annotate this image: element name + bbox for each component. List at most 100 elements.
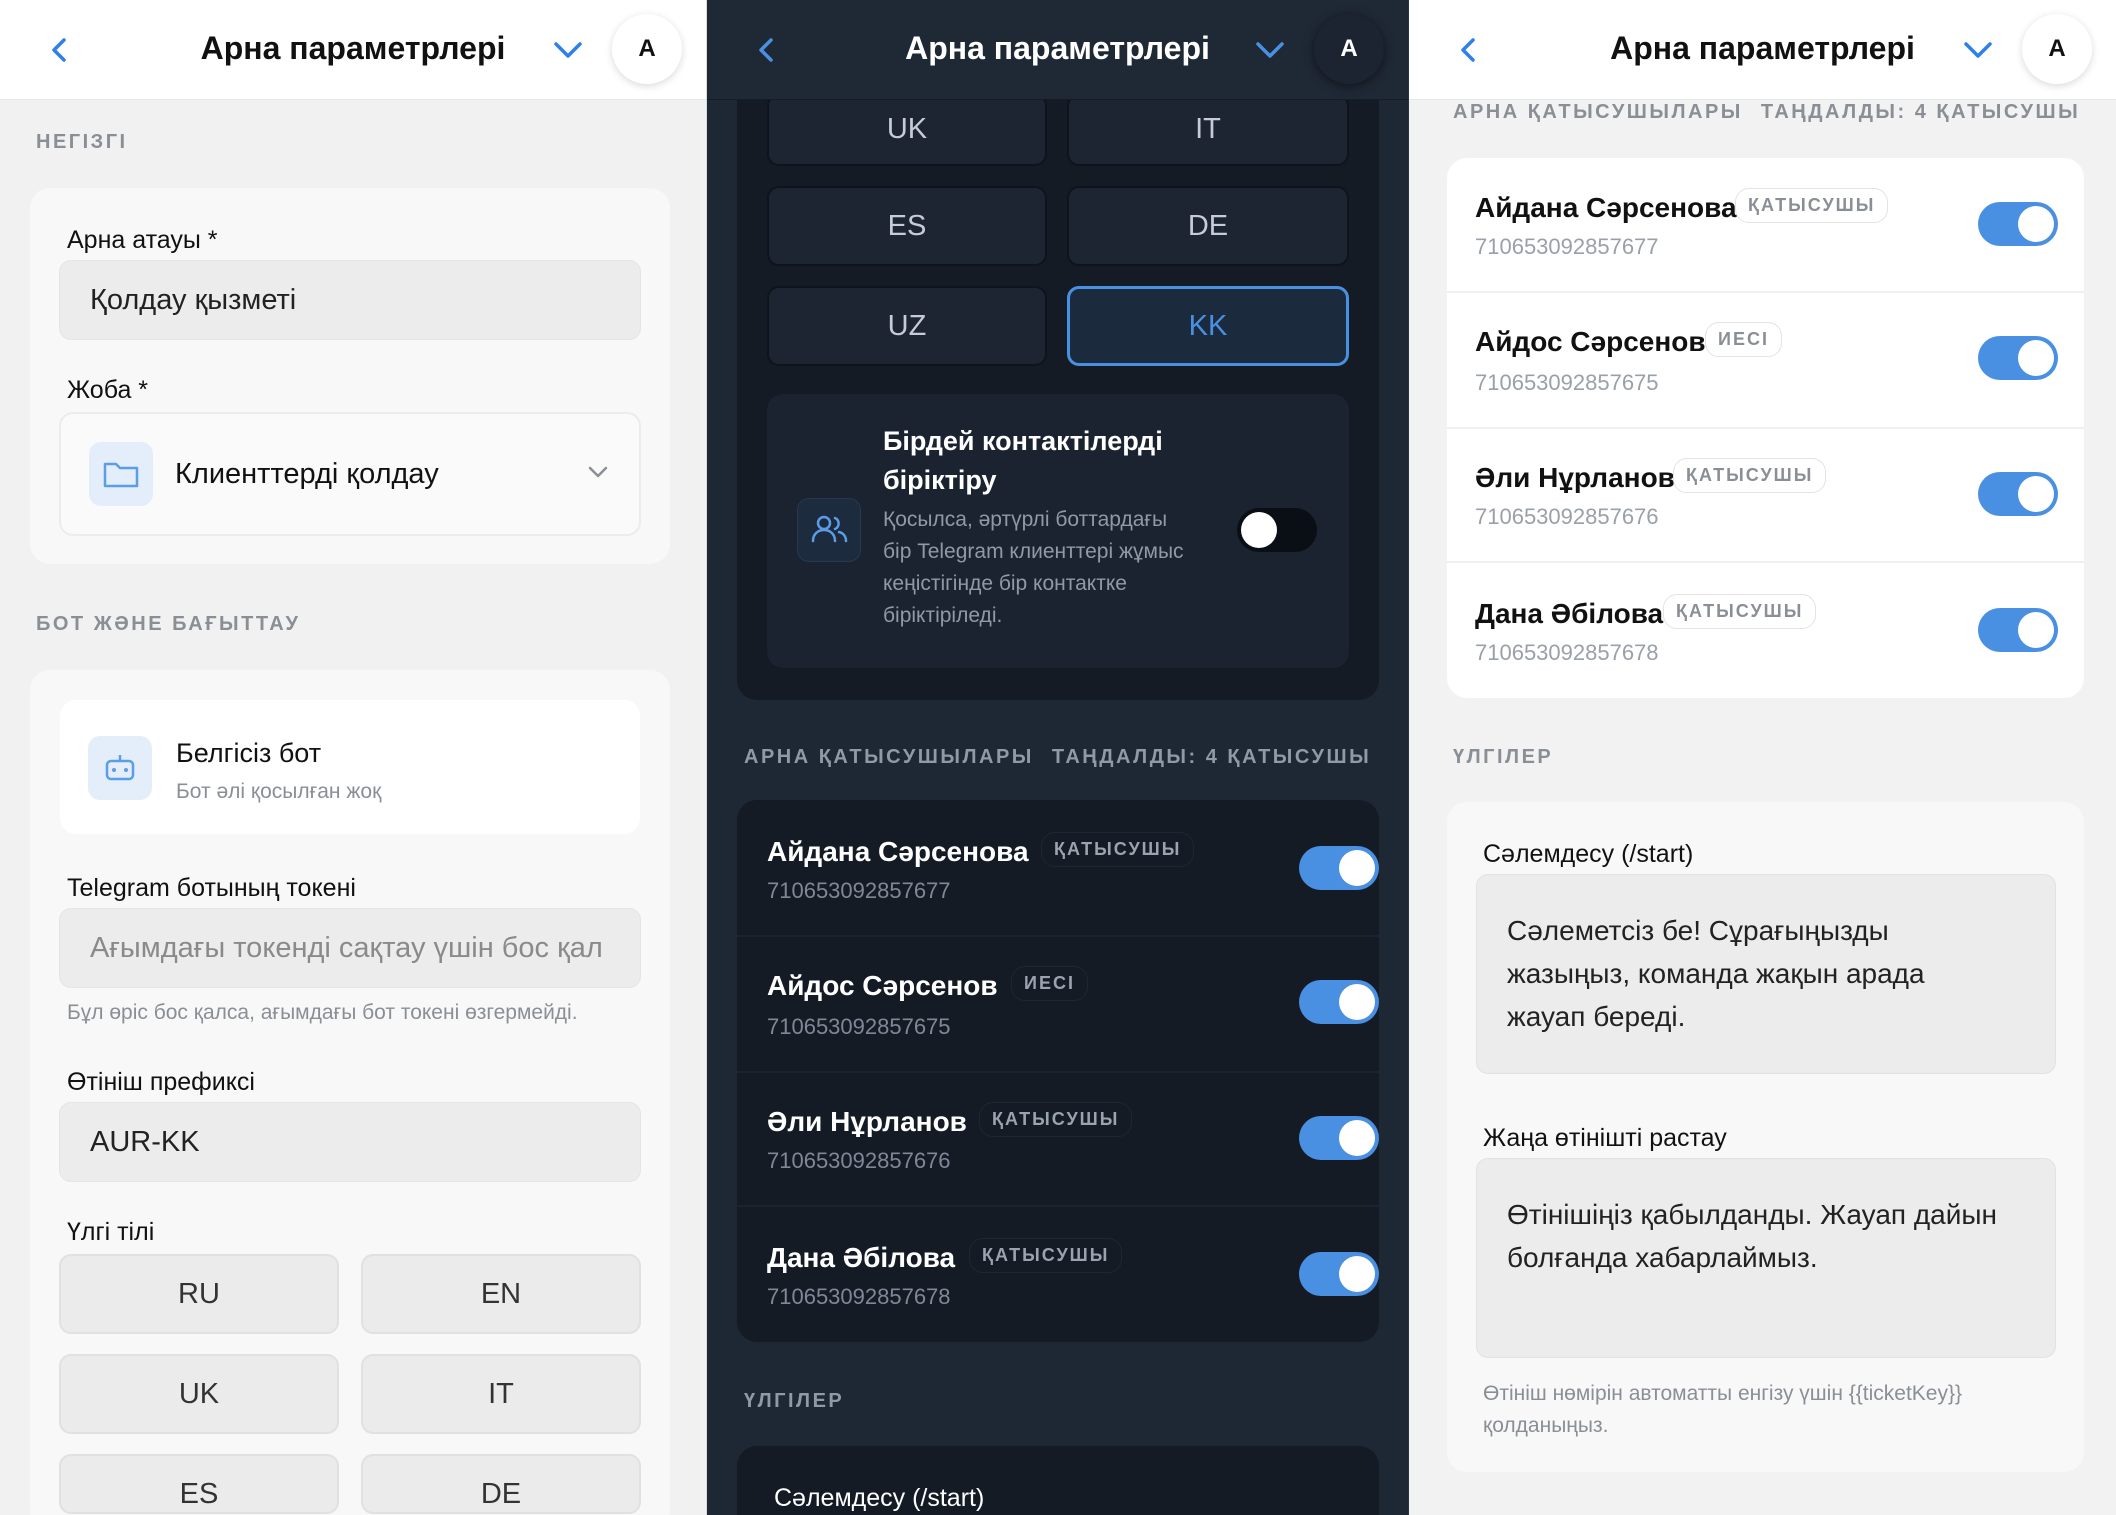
header: Арна параметрлері A [1409,0,2116,100]
panel-members-templates: АРНА ҚАТЫСУШЫЛАРЫ ТАҢДАЛДЫ: 4 ҚАТЫСУШЫ Ай… [1409,0,2116,1515]
merge-contacts-desc-4: біріктіріледі. [883,604,1003,627]
bot-title: Белгісіз бот [176,738,322,768]
avatar[interactable]: A [612,14,682,84]
token-label: Telegram ботының токені [67,874,356,902]
greeting-label: Сәлемдесу (/start) [1483,840,1694,868]
bot-routing-card: Белгісіз бот Бот әлі қосылған жоқ Telegr… [30,670,670,1515]
chevron-down-icon[interactable] [552,36,584,64]
token-hint: Бұл өріс бос қалса, ағымдағы бот токені … [67,1001,578,1024]
project-label: Жоба * [67,376,149,404]
token-input[interactable]: Ағымдағы токенді сақтау үшін бос қал [59,908,641,988]
confirm-text-2: болғанда хабарлаймыз. [1507,1242,1818,1273]
prefix-label: Өтініш префиксі [67,1068,255,1096]
greeting-label: Сәлемдесу (/start) [774,1484,985,1512]
page-title: Арна параметрлері [200,30,506,66]
member-role-badge: ҚАТЫСУШЫ [1663,594,1817,629]
templates-card: Сәлемдесу (/start) Сәлеметсіз бе! Сұрағы… [1447,802,2084,1472]
header: Арна параметрлері A [707,0,1408,100]
merge-contacts-title-2: біріктіру [883,465,997,495]
member-name: Айдос Сәрсенов [767,970,998,1001]
header: Арна параметрлері A [0,0,706,100]
member-id: 710653092857677 [1475,234,1659,259]
member-role-badge: ҚАТЫСУШЫ [979,1102,1133,1137]
panel-basics: Арна параметрлері A НЕГІЗГІ Арна атауы *… [0,0,706,1515]
merge-contacts-desc-3: кеңістігінде бір контактке [883,572,1127,595]
templates-hint-2: қолданыңыз. [1483,1414,1609,1437]
member-id: 710653092857676 [767,1148,951,1173]
row-divider [1447,427,2084,429]
row-divider [1447,291,2084,293]
language-option-de[interactable]: DE [1067,186,1349,266]
language-option-it[interactable]: IT [1067,94,1349,166]
member-name: Дана Әбілова [767,1242,956,1273]
member-toggle[interactable] [1978,472,2058,516]
greeting-text-2: жазыңыз, команда жақын арада [1507,958,1925,989]
member-role-badge: ИЕСІ [1705,322,1782,357]
member-name: Айдос Сәрсенов [1475,326,1706,357]
users-icon [797,498,861,562]
language-option-ru[interactable]: RU [59,1254,339,1334]
member-id: 710653092857678 [1475,640,1659,665]
merge-contacts-toggle[interactable] [1237,508,1317,552]
members-selected-count: ТАҢДАЛДЫ: 4 ҚАТЫСУШЫ [1760,101,2081,123]
panel-language-members: UK IT ES DE UZ KK Бірдей контактілерді б… [707,0,1408,1515]
member-role-badge: ҚАТЫСУШЫ [1673,458,1827,493]
member-toggle[interactable] [1299,846,1379,890]
members-list: Айдана Сәрсенова ҚАТЫСУШЫ 71065309285767… [737,800,1379,1342]
chevron-down-icon [588,466,608,478]
members-list: Айдана Сәрсенова ҚАТЫСУШЫ 71065309285767… [1447,158,2084,698]
member-toggle[interactable] [1978,608,2058,652]
member-id: 710653092857678 [767,1284,951,1309]
basics-card: Арна атауы * Қолдау қызметі Жоба * Клиен… [30,188,670,564]
language-option-en[interactable]: EN [361,1254,641,1334]
language-option-es[interactable]: ES [767,186,1047,266]
row-divider [737,1205,1379,1207]
channel-name-input[interactable]: Қолдау қызметі [59,260,641,340]
robot-icon [88,736,152,800]
merge-contacts-desc-1: Қосылса, әртүрлі боттардағы [883,508,1168,531]
merge-contacts-box: Бірдей контактілерді біріктіру Қосылса, … [767,394,1349,668]
language-option-de[interactable]: DE [361,1454,641,1514]
members-label: АРНА ҚАТЫСУШЫЛАРЫ [744,746,1034,768]
language-option-it[interactable]: IT [361,1354,641,1434]
chevron-down-icon[interactable] [1254,36,1286,64]
language-option-kk[interactable]: KK [1067,286,1349,366]
prefix-input[interactable]: AUR-KK [59,1102,641,1182]
page-title: Арна параметрлері [905,30,1210,66]
section-label-templates: ҮЛГІЛЕР [744,1390,845,1412]
section-label-members: АРНА ҚАТЫСУШЫЛАРЫ ТАҢДАЛДЫ: 4 ҚАТЫСУШЫ [744,746,1371,769]
language-option-uk[interactable]: UK [59,1354,339,1434]
member-id: 710653092857676 [1475,504,1659,529]
language-option-uk[interactable]: UK [767,94,1047,166]
bot-routing-card: UK IT ES DE UZ KK Бірдей контактілерді б… [737,60,1379,700]
member-role-badge: ҚАТЫСУШЫ [1041,832,1195,867]
members-selected-count: ТАҢДАЛДЫ: 4 ҚАТЫСУШЫ [1051,746,1372,768]
member-toggle[interactable] [1978,336,2058,380]
row-divider [1447,561,2084,563]
member-toggle[interactable] [1299,1116,1379,1160]
confirm-label: Жаңа өтінішті растау [1483,1124,1727,1152]
greeting-textarea[interactable]: Сәлеметсіз бе! Сұрағыңызды жазыңыз, кома… [1476,874,2056,1074]
avatar[interactable]: A [2022,14,2092,84]
chevron-down-icon[interactable] [1962,36,1994,64]
folder-icon [89,442,153,506]
avatar[interactable]: A [1314,14,1384,84]
row-divider [737,935,1379,937]
project-select[interactable]: Клиенттерді қолдау [59,412,641,536]
section-label-members: АРНА ҚАТЫСУШЫЛАРЫ ТАҢДАЛДЫ: 4 ҚАТЫСУШЫ [1453,101,2080,124]
greeting-text-3: жауап береді. [1507,1001,1686,1032]
member-name: Әли Нұрланов [1475,462,1675,493]
member-id: 710653092857675 [767,1014,951,1039]
language-option-uz[interactable]: UZ [767,286,1047,366]
member-name: Айдана Сәрсенова [767,836,1029,867]
section-label-basics: НЕГІЗГІ [36,131,128,153]
channel-name-label: Арна атауы * [67,226,218,254]
confirm-textarea[interactable]: Өтінішіңіз қабылданды. Жауап дайын болға… [1476,1158,2056,1358]
templates-card: Сәлемдесу (/start) [737,1446,1379,1515]
member-toggle[interactable] [1978,202,2058,246]
members-label: АРНА ҚАТЫСУШЫЛАРЫ [1453,101,1743,123]
language-option-es[interactable]: ES [59,1454,339,1514]
merge-contacts-desc-2: бір Telegram клиенттері жұмыс [883,540,1184,563]
member-toggle[interactable] [1299,980,1379,1024]
member-toggle[interactable] [1299,1252,1379,1296]
